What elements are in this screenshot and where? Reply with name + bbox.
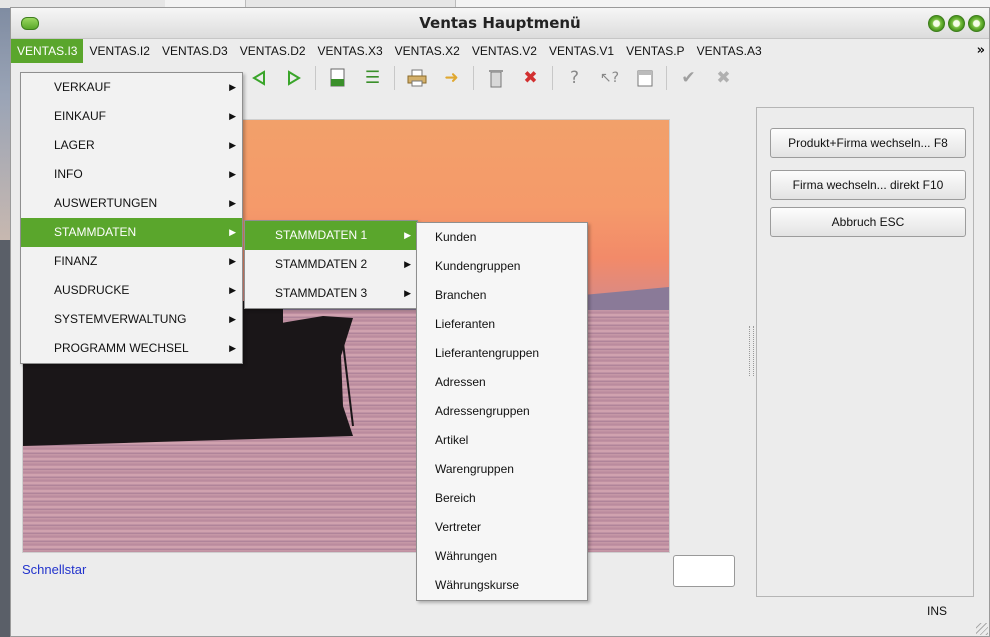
forward-icon[interactable] bbox=[280, 64, 307, 92]
menu-item-ventas-i3[interactable]: VENTAS.I3 bbox=[11, 39, 84, 63]
menu-item-ausdrucke[interactable]: AUSDRUCKE ▶ bbox=[21, 276, 242, 305]
cancel-icon[interactable]: ✖ bbox=[710, 64, 737, 92]
submenu-arrow-icon: ▶ bbox=[404, 288, 411, 298]
submenu-arrow-icon: ▶ bbox=[404, 259, 411, 269]
dropdown-menu-main: VERKAUF ▶ EINKAUF ▶ LAGER ▶ INFO ▶ AUSWERTUN… bbox=[20, 72, 243, 364]
insert-mode-indicator: INS bbox=[927, 604, 948, 618]
menu-item-adressengruppen[interactable]: Adressengruppen bbox=[417, 397, 587, 426]
minimize-icon[interactable] bbox=[928, 15, 945, 32]
maximize-icon[interactable] bbox=[948, 15, 965, 32]
menu-item-lieferanten[interactable]: Lieferanten bbox=[417, 310, 587, 339]
print-icon[interactable] bbox=[403, 64, 430, 92]
splitter-handle[interactable] bbox=[749, 326, 754, 376]
menu-item-warengruppen[interactable]: Warengruppen bbox=[417, 455, 587, 484]
menu-bar: VENTAS.I3 VENTAS.I2 VENTAS.D3 VENTAS.D2 … bbox=[11, 39, 989, 63]
menu-item-programm-wechsel[interactable]: PROGRAMM WECHSEL ▶ bbox=[21, 334, 242, 363]
change-company-button[interactable]: Firma wechseln... direkt F10 bbox=[770, 170, 966, 200]
menu-item-ventas-x2[interactable]: VENTAS.X2 bbox=[389, 39, 466, 63]
dropdown-menu-stammdaten-1: Kunden Kundengruppen Branchen Lieferante… bbox=[416, 222, 588, 601]
help-icon[interactable]: ? bbox=[561, 64, 588, 92]
submenu-arrow-icon: ▶ bbox=[229, 285, 236, 295]
menu-item-kunden[interactable]: Kunden bbox=[417, 223, 587, 252]
dropdown-menu-stammdaten: STAMMDATEN 1 ▶ STAMMDATEN 2 ▶ STAMMDATEN 3… bbox=[244, 220, 418, 309]
menu-item-ventas-d3[interactable]: VENTAS.D3 bbox=[156, 39, 234, 63]
menu-item-verkauf[interactable]: VERKAUF ▶ bbox=[21, 73, 242, 102]
quickstart-input[interactable] bbox=[673, 555, 735, 587]
change-product-company-button[interactable]: Produkt+Firma wechseln... F8 bbox=[770, 128, 966, 158]
submenu-arrow-icon: ▶ bbox=[229, 111, 236, 121]
menu-item-ventas-v2[interactable]: VENTAS.V2 bbox=[466, 39, 543, 63]
toolbar: ▰ ☰ ➜ ✖ ? ↖? ✔ ✖ bbox=[210, 61, 745, 95]
menu-item-ventas-d2[interactable]: VENTAS.D2 bbox=[234, 39, 312, 63]
menu-item-einkauf[interactable]: EINKAUF ▶ bbox=[21, 102, 242, 131]
menu-item-branchen[interactable]: Branchen bbox=[417, 281, 587, 310]
menu-item-lager[interactable]: LAGER ▶ bbox=[21, 131, 242, 160]
back-icon[interactable] bbox=[245, 64, 272, 92]
window-title: Ventas Hauptmenü bbox=[419, 14, 581, 32]
menu-item-artikel[interactable]: Artikel bbox=[417, 426, 587, 455]
close-icon[interactable] bbox=[968, 15, 985, 32]
cancel-esc-button[interactable]: Abbruch ESC bbox=[770, 207, 966, 237]
menu-item-stammdaten-1[interactable]: STAMMDATEN 1 ▶ bbox=[245, 221, 417, 250]
menu-item-info[interactable]: INFO ▶ bbox=[21, 160, 242, 189]
menu-item-stammdaten-2[interactable]: STAMMDATEN 2 ▶ bbox=[245, 250, 417, 279]
menu-item-ventas-a3[interactable]: VENTAS.A3 bbox=[691, 39, 768, 63]
menu-item-auswertungen[interactable]: AUSWERTUNGEN ▶ bbox=[21, 189, 242, 218]
menu-item-adressen[interactable]: Adressen bbox=[417, 368, 587, 397]
menu-item-stammdaten[interactable]: STAMMDATEN ▶ bbox=[21, 218, 242, 247]
submenu-arrow-icon: ▶ bbox=[229, 227, 236, 237]
submenu-arrow-icon: ▶ bbox=[229, 343, 236, 353]
submenu-arrow-icon: ▶ bbox=[229, 314, 236, 324]
menu-item-systemverwaltung[interactable]: SYSTEMVERWALTUNG ▶ bbox=[21, 305, 242, 334]
calendar-icon[interactable] bbox=[631, 64, 658, 92]
menu-item-finanz[interactable]: FINANZ ▶ bbox=[21, 247, 242, 276]
resize-grip-icon[interactable] bbox=[976, 623, 988, 635]
delete-icon[interactable]: ✖ bbox=[517, 64, 544, 92]
submenu-arrow-icon: ▶ bbox=[229, 256, 236, 266]
menu-item-kundengruppen[interactable]: Kundengruppen bbox=[417, 252, 587, 281]
menu-overflow-icon[interactable]: » bbox=[977, 39, 985, 63]
export-text-icon[interactable] bbox=[324, 64, 351, 92]
menu-item-lieferantengruppen[interactable]: Lieferantengruppen bbox=[417, 339, 587, 368]
list-icon[interactable]: ☰ bbox=[359, 64, 386, 92]
menu-item-ventas-i2[interactable]: VENTAS.I2 bbox=[83, 39, 155, 63]
menu-item-vertreter[interactable]: Vertreter bbox=[417, 513, 587, 542]
submenu-arrow-icon: ▶ bbox=[229, 169, 236, 179]
context-help-icon[interactable]: ↖? bbox=[596, 64, 623, 92]
window-controls bbox=[928, 15, 985, 32]
quickstart-link[interactable]: Schnellstar bbox=[22, 562, 86, 577]
arrow-right-icon[interactable]: ➜ bbox=[438, 64, 465, 92]
submenu-arrow-icon: ▶ bbox=[229, 198, 236, 208]
menu-item-ventas-v1[interactable]: VENTAS.V1 bbox=[543, 39, 620, 63]
submenu-arrow-icon: ▶ bbox=[229, 140, 236, 150]
menu-item-ventas-x3[interactable]: VENTAS.X3 bbox=[312, 39, 389, 63]
submenu-arrow-icon: ▶ bbox=[404, 230, 411, 240]
menu-item-stammdaten-3[interactable]: STAMMDATEN 3 ▶ bbox=[245, 279, 417, 308]
action-panel: Produkt+Firma wechseln... F8 Firma wechs… bbox=[756, 107, 974, 597]
check-icon[interactable]: ✔ bbox=[675, 64, 702, 92]
submenu-arrow-icon: ▶ bbox=[229, 82, 236, 92]
menu-item-waehrungskurse[interactable]: Währungskurse bbox=[417, 571, 587, 600]
title-bar[interactable]: Ventas Hauptmenü bbox=[11, 8, 989, 39]
menu-item-ventas-p[interactable]: VENTAS.P bbox=[620, 39, 690, 63]
menu-item-bereich[interactable]: Bereich bbox=[417, 484, 587, 513]
menu-item-waehrungen[interactable]: Währungen bbox=[417, 542, 587, 571]
trash-icon[interactable] bbox=[482, 64, 509, 92]
